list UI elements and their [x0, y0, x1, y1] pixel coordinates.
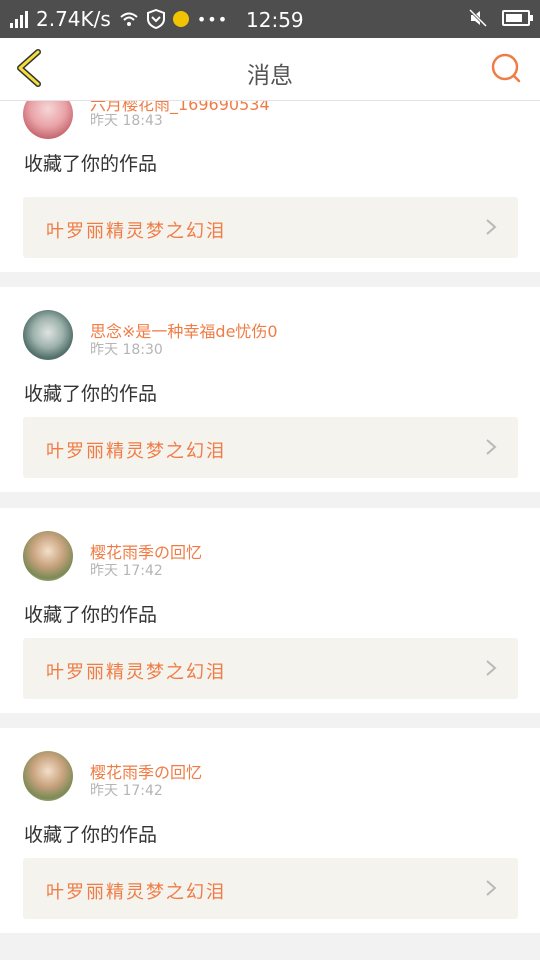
network-speed: 2.74K/s: [36, 7, 111, 31]
notification-list[interactable]: 六月樱花雨_169690534 昨天 18:43 收藏了你的作品 叶罗丽精灵梦之…: [0, 101, 540, 960]
signal-icon: [10, 10, 28, 28]
action-text: 收藏了你的作品: [24, 824, 158, 846]
work-title: 叶罗丽精灵梦之幻泪: [46, 221, 226, 242]
timestamp: 昨天 17:42: [90, 783, 163, 799]
timestamp: 昨天 17:42: [90, 563, 163, 579]
work-title: 叶罗丽精灵梦之幻泪: [46, 662, 226, 683]
more-dots-icon: •••: [196, 9, 229, 29]
app-bar: 消息: [0, 38, 540, 101]
avatar[interactable]: [23, 751, 73, 801]
avatar[interactable]: [23, 310, 73, 360]
avatar[interactable]: [23, 531, 73, 581]
mute-icon: [468, 8, 488, 28]
timestamp: 昨天 18:30: [90, 342, 163, 358]
chevron-right-icon: [486, 219, 497, 235]
work-link[interactable]: 叶罗丽精灵梦之幻泪: [23, 858, 518, 919]
battery-icon: [502, 10, 533, 26]
action-text: 收藏了你的作品: [24, 604, 158, 626]
action-text: 收藏了你的作品: [24, 383, 158, 405]
page-title: 消息: [247, 63, 293, 89]
work-title: 叶罗丽精灵梦之幻泪: [46, 441, 226, 462]
work-link[interactable]: 叶罗丽精灵梦之幻泪: [23, 638, 518, 699]
list-item: 六月樱花雨_169690534 昨天 18:43 收藏了你的作品 叶罗丽精灵梦之…: [0, 101, 540, 272]
work-link[interactable]: 叶罗丽精灵梦之幻泪: [23, 417, 518, 478]
chevron-right-icon: [486, 880, 497, 896]
search-icon[interactable]: [488, 50, 524, 86]
timestamp: 昨天 18:43: [90, 113, 163, 129]
avatar[interactable]: [23, 101, 73, 139]
list-item: 樱花雨季の回忆 昨天 17:42 收藏了你的作品 叶罗丽精灵梦之幻泪: [0, 508, 540, 713]
chevron-right-icon: [486, 439, 497, 455]
wifi-icon: [120, 12, 138, 26]
notification-dot-icon: [172, 11, 189, 27]
action-text: 收藏了你的作品: [24, 153, 158, 175]
list-item: 樱花雨季の回忆 昨天 17:42 收藏了你的作品 叶罗丽精灵梦之幻泪: [0, 728, 540, 933]
clock: 12:59: [246, 8, 304, 32]
work-title: 叶罗丽精灵梦之幻泪: [46, 882, 226, 903]
shield-icon: [146, 9, 165, 29]
chevron-right-icon: [486, 660, 497, 676]
status-bar: 2.74K/s ••• 12:59: [0, 0, 540, 38]
list-item: 思念※是一种幸福de忧伤0 昨天 18:30 收藏了你的作品 叶罗丽精灵梦之幻泪: [0, 287, 540, 492]
work-link[interactable]: 叶罗丽精灵梦之幻泪: [23, 197, 518, 258]
